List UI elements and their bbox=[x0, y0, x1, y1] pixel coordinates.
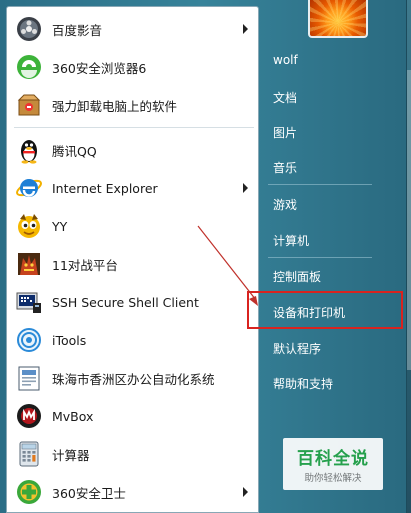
start-menu: 百度影音 360安全浏览器6 强力卸载电脑上的软件 腾讯QQ Internet … bbox=[0, 0, 407, 513]
watermark-subtitle: 助你轻松解决 bbox=[304, 473, 362, 484]
watermark-title: 百科全说 bbox=[297, 449, 369, 469]
annotation-arrow bbox=[197, 225, 258, 306]
watermark: 百科全说 助你轻松解决 bbox=[283, 438, 383, 490]
